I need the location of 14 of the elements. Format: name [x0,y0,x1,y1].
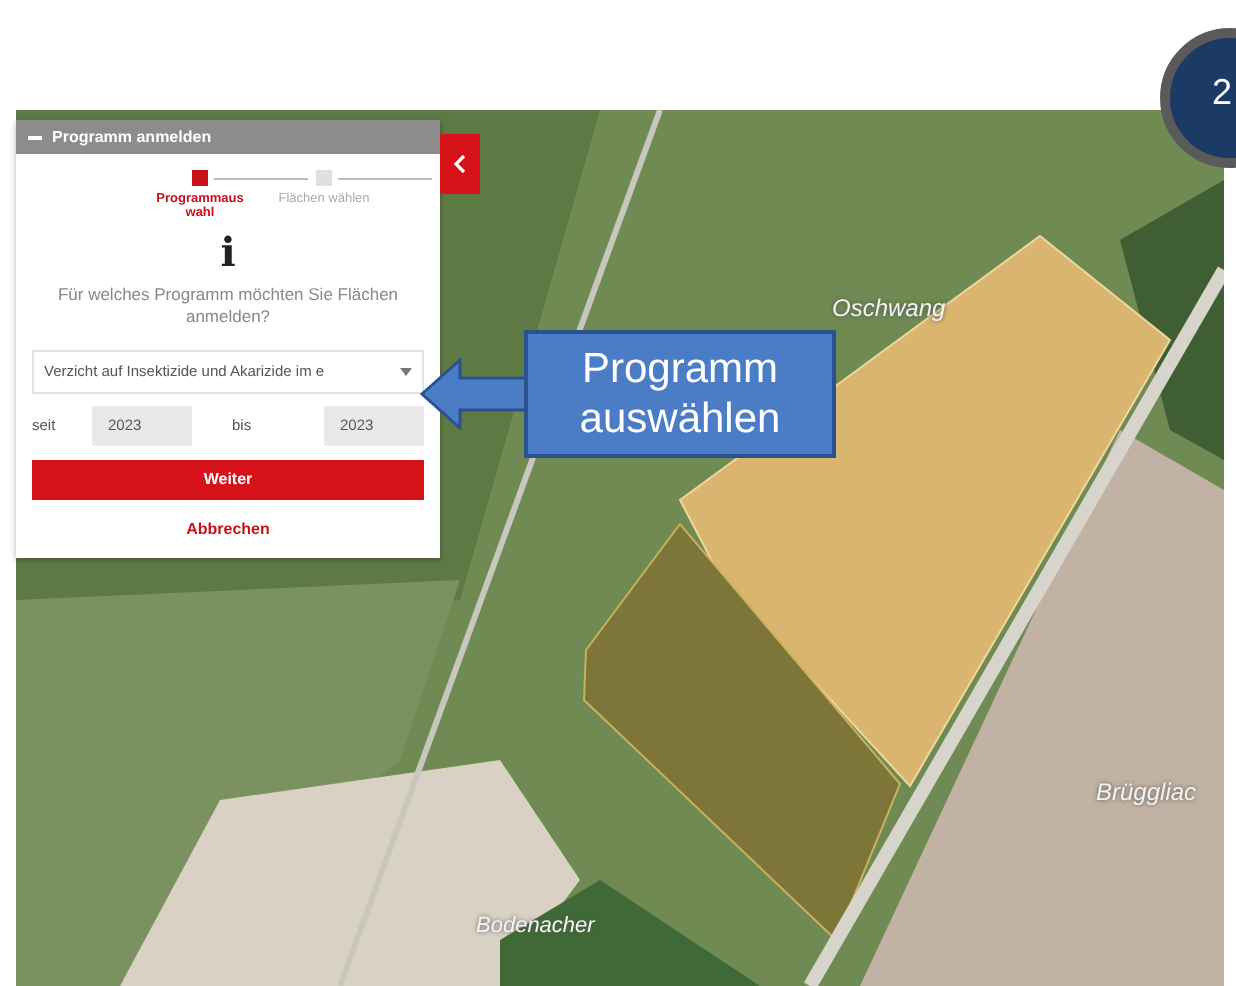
collapse-button[interactable] [440,134,480,194]
next-button[interactable]: Weiter [32,459,424,500]
place-label: Brüggliac [1096,778,1197,806]
step-number: 2 [1212,72,1233,114]
info-icon: i [220,228,236,276]
callout-text: Programm auswählen [524,330,836,458]
callout-arrow [420,358,528,430]
minus-icon[interactable] [28,135,42,139]
caret-icon [400,367,412,376]
chevron-left-icon [454,154,466,174]
panel-title: Programm anmelden [52,128,212,146]
question-text: Für welches Programm möchten Sie Flächen anmelden? [55,284,401,330]
place-label: Oschwang [832,294,946,322]
cancel-link[interactable]: Abbrechen [186,519,270,538]
